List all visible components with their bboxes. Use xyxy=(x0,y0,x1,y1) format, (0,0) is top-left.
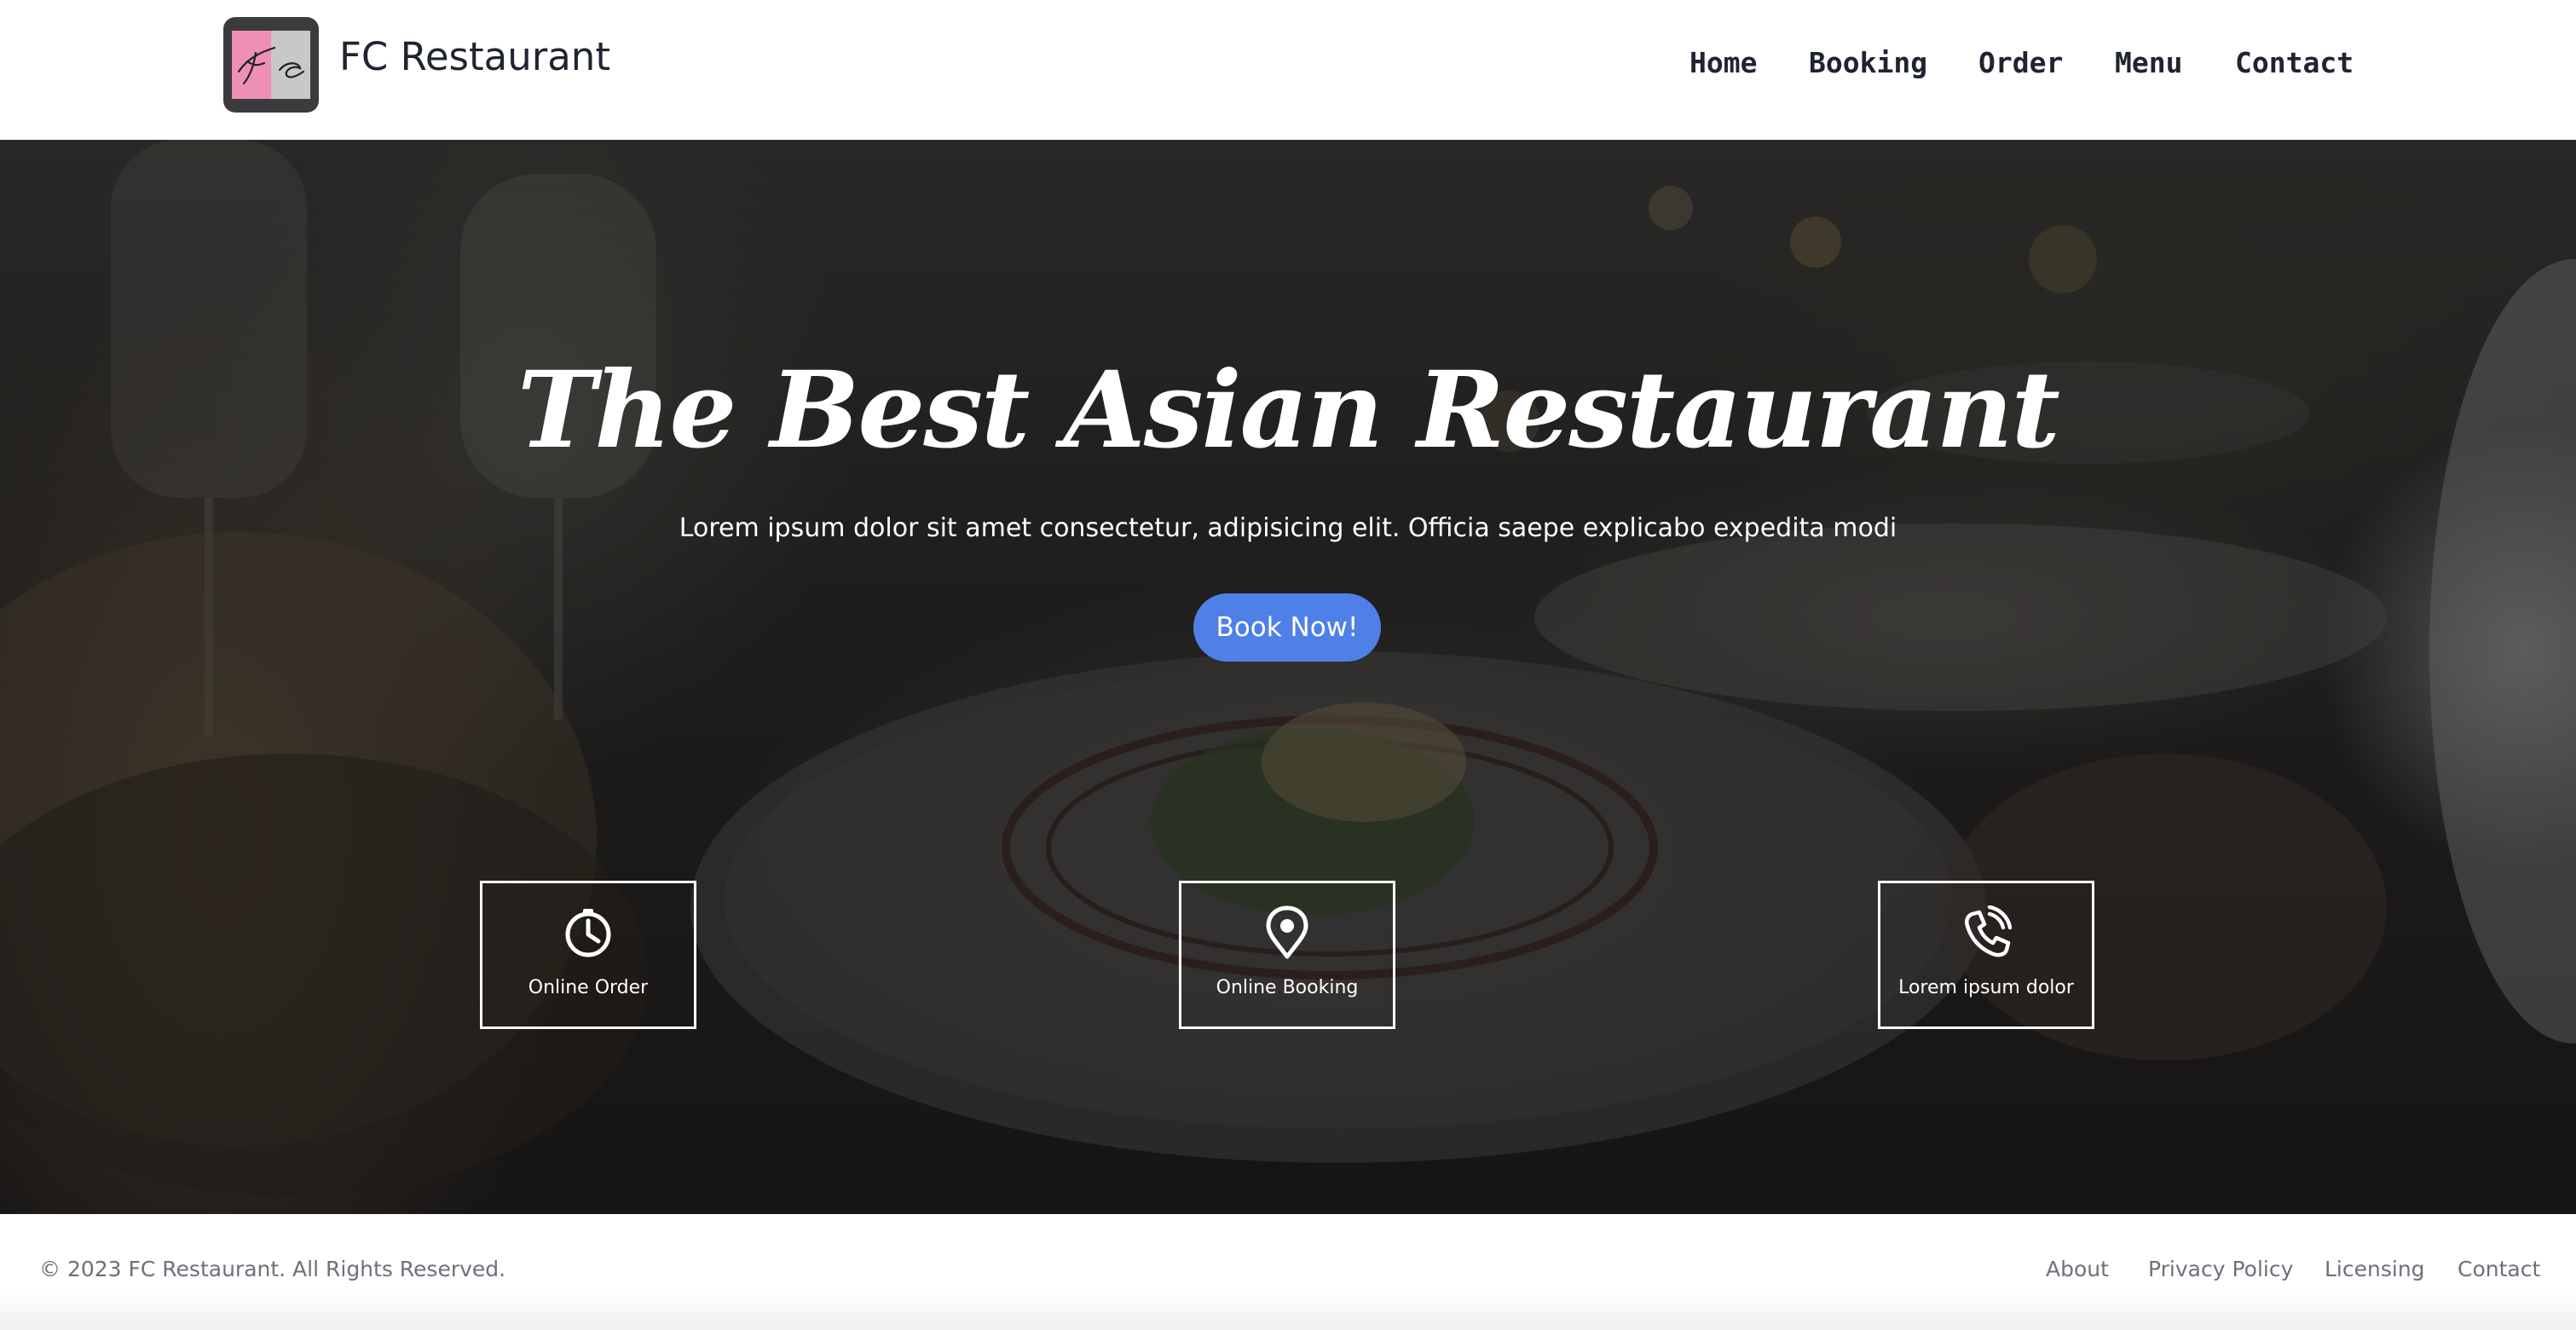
nav-booking[interactable]: Booking xyxy=(1809,46,1927,79)
location-pin-icon xyxy=(1266,905,1308,959)
footer-link-contact[interactable]: Contact xyxy=(2458,1257,2540,1281)
hero-title: The Best Asian Restaurant xyxy=(517,349,2060,472)
navbar: FC Restaurant Home Booking Order Menu Co… xyxy=(0,0,2576,140)
feature-phone-contact[interactable]: Lorem ipsum dolor xyxy=(1878,881,2094,1029)
brand-logo[interactable] xyxy=(223,17,319,113)
nav-contact[interactable]: Contact xyxy=(2235,46,2354,79)
footer: © 2023 FC Restaurant. All Rights Reserve… xyxy=(0,1214,2576,1330)
brand-name[interactable]: FC Restaurant xyxy=(339,34,610,79)
clock-icon xyxy=(565,909,611,957)
footer-link-about[interactable]: About xyxy=(2046,1257,2109,1281)
copyright-text: © 2023 FC Restaurant. All Rights Reserve… xyxy=(39,1257,506,1281)
footer-link-privacy-policy[interactable]: Privacy Policy xyxy=(2148,1257,2293,1281)
nav-home[interactable]: Home xyxy=(1689,46,1757,79)
nav-order[interactable]: Order xyxy=(1978,46,2063,79)
hero-subtitle: Lorem ipsum dolor sit amet consectetur, … xyxy=(679,513,1897,543)
feature-label-online-booking: Online Booking xyxy=(1216,977,1359,998)
feature-label-phone-contact: Lorem ipsum dolor xyxy=(1898,977,2074,998)
feature-label-online-order: Online Order xyxy=(528,977,649,998)
feature-online-booking[interactable]: Online Booking xyxy=(1179,881,1395,1029)
book-now-button[interactable]: Book Now! xyxy=(1193,593,1381,662)
logo-monogram-icon xyxy=(237,46,305,85)
feature-online-order[interactable]: Online Order xyxy=(480,881,696,1029)
nav-menu[interactable]: Menu xyxy=(2115,46,2182,79)
hero-section: The Best Asian Restaurant Lorem ipsum do… xyxy=(0,140,2576,1214)
hero-overlay xyxy=(0,140,2576,1214)
phone-call-icon xyxy=(1965,905,2012,957)
footer-link-licensing[interactable]: Licensing xyxy=(2325,1257,2425,1281)
